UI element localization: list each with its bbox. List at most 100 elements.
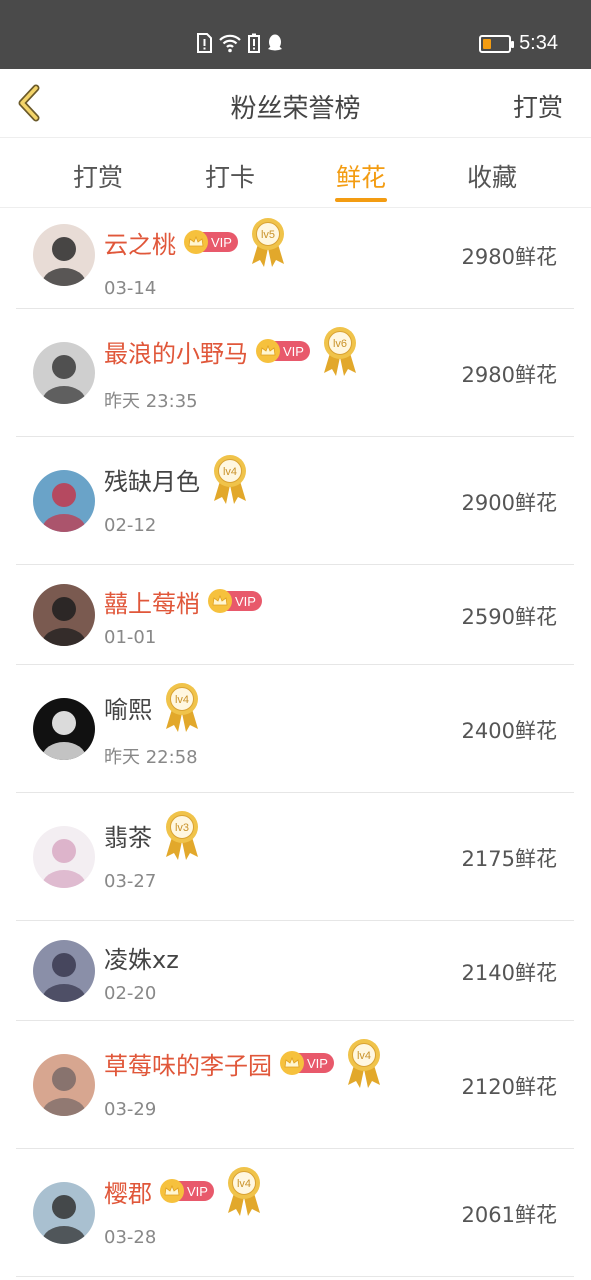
svg-text:lv6: lv6 [333,338,347,350]
fan-list-item[interactable]: 囍上莓梢 VIP 01-01 2590鲜花 [16,565,574,665]
fan-date: 02-12 [104,515,157,536]
fan-date: 昨天 22:58 [104,747,198,768]
vip-badge: VIP [160,1179,214,1203]
tab-favorites[interactable]: 收藏 [452,158,532,194]
flower-amount: 2175鲜花 [461,847,557,871]
avatar[interactable] [33,1054,95,1116]
flower-amount: 2061鲜花 [461,1203,557,1227]
fan-name[interactable]: 草莓味的李子园 [104,1046,272,1081]
reward-button[interactable]: 打赏 [513,88,563,124]
fan-list-item[interactable]: 樱郡 VIP lv4 03-28 2061鲜花 [16,1149,574,1277]
vip-label: VIP [307,1055,328,1071]
flower-amount: 2400鲜花 [461,719,557,743]
tab-checkin[interactable]: 打卡 [190,158,270,194]
fan-name-line: 草莓味的李子园 VIP lv4 [104,1039,384,1088]
fan-date: 01-01 [104,627,157,648]
svg-text:lv4: lv4 [357,1050,371,1062]
flower-amount: 2980鲜花 [461,245,557,269]
battery-alert-icon [248,33,260,53]
status-bar: 5:34 [0,0,591,69]
avatar[interactable] [33,826,95,888]
vip-badge: VIP [256,339,310,363]
fan-date: 03-29 [104,1099,157,1120]
svg-text:lv4: lv4 [223,466,237,478]
sim-alert-icon [197,33,212,53]
vip-label: VIP [211,234,232,250]
vip-badge: VIP [208,589,262,613]
fan-name-line: 凌姝xz [104,939,179,975]
vip-label: VIP [187,1183,208,1199]
nav-bar: 粉丝荣誉榜 打赏 [0,69,591,138]
fan-name-line: 残缺月色 lv4 [104,455,250,504]
fan-name[interactable]: 喻熙 [104,690,152,725]
fan-list-item[interactable]: 翡茶 lv3 03-27 2175鲜花 [16,793,574,921]
status-right: 5:34 [479,32,558,55]
tab-bar: 打赏 打卡 鲜花 收藏 [0,138,591,208]
avatar[interactable] [33,1182,95,1244]
status-icons [196,33,284,53]
fan-list-item[interactable]: 草莓味的李子园 VIP lv4 03-29 2120鲜花 [16,1021,574,1149]
fan-date: 02-20 [104,983,157,1004]
fan-list-item[interactable]: 残缺月色 lv4 02-12 2900鲜花 [16,437,574,565]
fan-name[interactable]: 樱郡 [104,1174,152,1209]
avatar[interactable] [33,940,95,1002]
svg-text:lv5: lv5 [261,229,275,241]
vip-label: VIP [283,343,304,359]
tab-reward[interactable]: 打赏 [58,158,138,194]
vip-badge: VIP [184,230,238,254]
crown-icon [208,589,232,613]
level-badge-icon: lv5 [248,216,288,268]
battery-icon [479,34,515,53]
level-badge-icon: lv4 [344,1037,384,1089]
fan-list-item[interactable]: 凌姝xz 02-20 2140鲜花 [16,921,574,1021]
fan-name-line: 囍上莓梢 VIP [104,583,262,619]
crown-icon [184,230,208,254]
flower-amount: 2590鲜花 [461,605,557,629]
avatar[interactable] [33,470,95,532]
crown-icon [256,339,280,363]
fan-name[interactable]: 凌姝xz [104,940,179,975]
fan-list-item[interactable]: 云之桃 VIP lv5 03-14 2980鲜花 [16,208,574,309]
flower-amount: 2900鲜花 [461,491,557,515]
fan-list-item[interactable]: 最浪的小野马 VIP lv6 昨天 23:35 2980鲜花 [16,309,574,437]
vip-badge: VIP [280,1051,334,1075]
fan-list: 云之桃 VIP lv5 03-14 2980鲜花 最浪的小野马 VIP lv6 昨天 23:35… [0,208,591,1280]
fan-name[interactable]: 翡茶 [104,818,152,853]
avatar[interactable] [33,342,95,404]
tab-active-indicator [335,198,387,202]
qq-icon [268,34,282,51]
fan-list-item[interactable]: 喻熙 lv4 昨天 22:58 2400鲜花 [16,665,574,793]
svg-text:lv3: lv3 [175,822,189,834]
flower-amount: 2140鲜花 [461,961,557,985]
crown-icon [280,1051,304,1075]
level-badge-icon: lv4 [224,1165,264,1217]
status-time: 5:34 [519,32,558,54]
avatar[interactable] [33,698,95,760]
flower-amount: 2980鲜花 [461,363,557,387]
fan-name[interactable]: 最浪的小野马 [104,334,248,369]
level-badge-icon: lv3 [162,809,202,861]
fan-name-line: 翡茶 lv3 [104,811,202,860]
fan-name[interactable]: 囍上莓梢 [104,584,200,619]
fan-name-line: 喻熙 lv4 [104,683,202,732]
fan-name[interactable]: 残缺月色 [104,462,200,497]
fan-name-line: 樱郡 VIP lv4 [104,1167,264,1216]
page-title: 粉丝荣誉榜 [230,94,361,124]
fan-name-line: 云之桃 VIP lv5 [104,218,288,267]
svg-text:lv4: lv4 [175,694,189,706]
crown-icon [160,1179,184,1203]
avatar[interactable] [33,584,95,646]
level-badge-icon: lv6 [320,325,360,377]
fan-date: 03-27 [104,871,157,892]
vip-label: VIP [235,593,256,609]
avatar[interactable] [33,224,95,286]
level-badge-icon: lv4 [210,453,250,505]
svg-text:lv4: lv4 [237,1178,251,1190]
tab-flowers[interactable]: 鲜花 [321,158,401,194]
fan-name[interactable]: 云之桃 [104,225,176,260]
fan-name-line: 最浪的小野马 VIP lv6 [104,327,360,376]
wifi-icon [219,34,241,53]
flower-amount: 2120鲜花 [461,1075,557,1099]
fan-date: 昨天 23:35 [104,391,198,412]
level-badge-icon: lv4 [162,681,202,733]
